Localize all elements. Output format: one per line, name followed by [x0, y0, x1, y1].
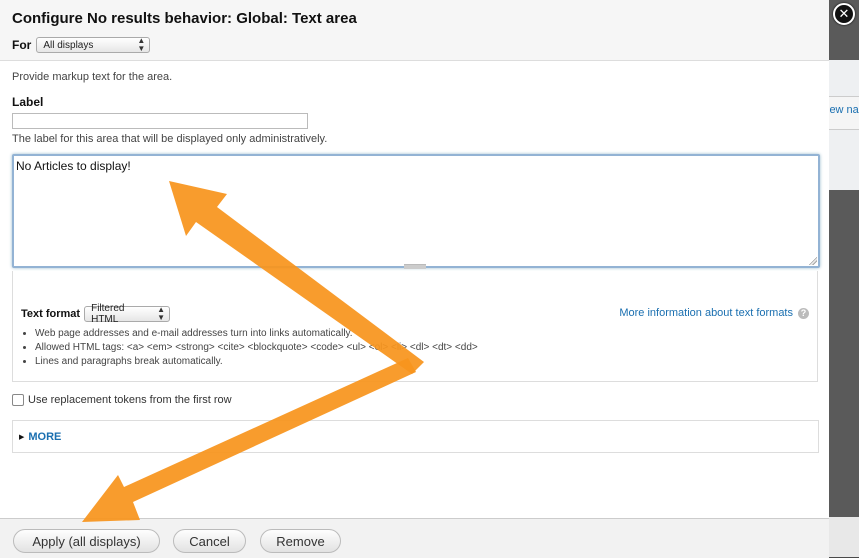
configure-dialog: Configure No results behavior: Global: T… — [0, 0, 829, 558]
label-input[interactable] — [12, 113, 308, 129]
textarea-grippie[interactable] — [404, 264, 426, 269]
for-row: For All displays ▲ ▼ — [12, 36, 151, 53]
tokens-option: Use replacement tokens from the first ro… — [12, 394, 232, 406]
apply-button[interactable]: Apply (all displays) — [13, 529, 160, 553]
dialog-titlebar: Configure No results behavior: Global: T… — [0, 0, 829, 61]
textarea-content: No Articles to display! — [16, 159, 131, 173]
area-description: Provide markup text for the area. — [12, 71, 173, 83]
background-link: iew na — [827, 104, 859, 116]
resize-grip-icon[interactable] — [809, 257, 817, 265]
text-format-select[interactable]: Filtered HTML ▲ ▼ — [84, 303, 171, 325]
remove-button[interactable]: Remove — [260, 529, 341, 553]
close-icon[interactable]: ✕ — [833, 3, 855, 25]
dialog-title: Configure No results behavior: Global: T… — [12, 10, 357, 27]
text-format-value: Filtered HTML — [91, 303, 125, 325]
label-field-label: Label — [12, 95, 44, 109]
background-page: iew na — [827, 0, 859, 557]
text-format-row: Text format Filtered HTML ▲ ▼ — [21, 303, 171, 325]
more-fieldset: ▶ MORE — [12, 420, 819, 453]
cancel-button[interactable]: Cancel — [173, 529, 246, 553]
more-info-text: More information about text formats — [619, 307, 793, 319]
updown-arrows-icon: ▲ ▼ — [157, 305, 166, 322]
more-toggle[interactable]: ▶ MORE — [19, 431, 61, 443]
help-icon: ? — [798, 307, 809, 319]
format-tip: Web page addresses and e-mail addresses … — [35, 328, 478, 340]
updown-arrows-icon: ▲ ▼ — [137, 36, 146, 53]
format-tip: Lines and paragraphs break automatically… — [35, 356, 478, 368]
for-displays-select[interactable]: All displays ▲ ▼ — [36, 36, 151, 53]
more-label: MORE — [28, 431, 62, 443]
more-info-link[interactable]: More information about text formats ? — [619, 307, 809, 319]
format-tip: Allowed HTML tags: <a> <em> <strong> <ci… — [35, 342, 478, 354]
format-tips-list: Web page addresses and e-mail addresses … — [23, 328, 478, 370]
dialog-content: Provide markup text for the area. Label … — [0, 60, 829, 518]
label-help-text: The label for this area that will be dis… — [12, 133, 328, 145]
tokens-checkbox-label[interactable]: Use replacement tokens from the first ro… — [28, 394, 232, 406]
tokens-checkbox[interactable] — [12, 394, 24, 406]
for-label: For — [12, 38, 32, 52]
text-format-label: Text format — [21, 308, 81, 320]
text-format-box: Text format Filtered HTML ▲ ▼ More inform… — [12, 271, 818, 382]
for-displays-value: All displays — [43, 39, 94, 51]
area-textarea[interactable]: No Articles to display! — [12, 154, 820, 268]
triangle-right-icon: ▶ — [19, 434, 25, 441]
dialog-buttonpane: Apply (all displays) Cancel Remove — [0, 518, 829, 558]
